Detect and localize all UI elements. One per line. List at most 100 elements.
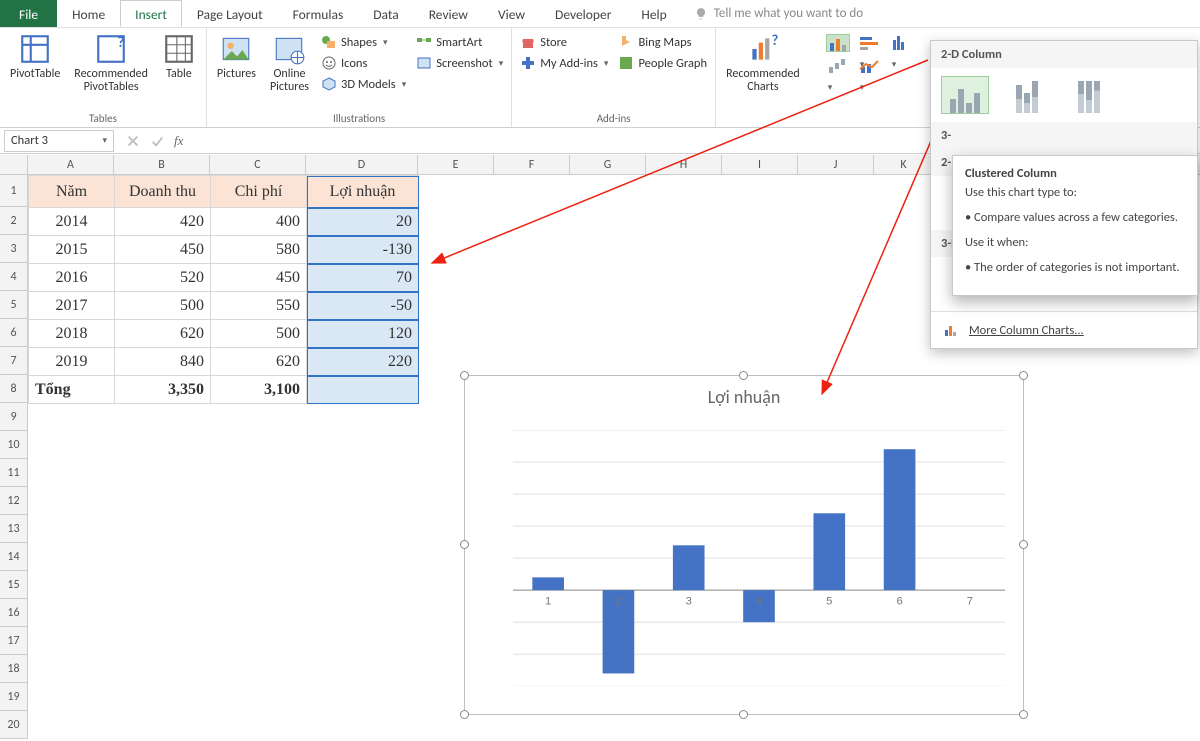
insert-stat-chart-button[interactable] bbox=[890, 34, 914, 52]
cell[interactable]: 580 bbox=[211, 236, 307, 264]
col-header-I[interactable]: I bbox=[722, 155, 798, 174]
cell[interactable]: Lợi nhuận bbox=[307, 176, 419, 208]
row-header-4[interactable]: 4 bbox=[0, 263, 27, 291]
cell[interactable]: 120 bbox=[307, 320, 419, 348]
100-stacked-column-option[interactable] bbox=[1065, 76, 1113, 114]
cell[interactable]: Năm bbox=[29, 176, 115, 208]
cell[interactable]: 840 bbox=[115, 348, 211, 376]
insert-column-chart-button[interactable] bbox=[826, 34, 850, 52]
tab-review[interactable]: Review bbox=[414, 0, 483, 27]
chart-plot-area[interactable]: -150-100-500501001502002501234567 bbox=[513, 430, 1005, 686]
shapes-button[interactable]: Shapes bbox=[321, 32, 406, 52]
row-header-16[interactable]: 16 bbox=[0, 599, 27, 627]
insert-waterfall-button[interactable] bbox=[826, 57, 850, 75]
col-header-H[interactable]: H bbox=[646, 155, 722, 174]
cell[interactable]: 620 bbox=[211, 348, 307, 376]
pivottable-button[interactable]: PivotTable bbox=[8, 32, 62, 81]
3d-models-button[interactable]: 3D Models bbox=[321, 74, 406, 94]
row-header-19[interactable]: 19 bbox=[0, 683, 27, 711]
cell[interactable]: 420 bbox=[115, 208, 211, 236]
row-header-5[interactable]: 5 bbox=[0, 291, 27, 319]
cell[interactable]: 220 bbox=[307, 348, 419, 376]
clustered-column-option[interactable] bbox=[941, 76, 989, 114]
cell[interactable]: 520 bbox=[115, 264, 211, 292]
fx-icon[interactable]: fx bbox=[174, 133, 183, 149]
cell[interactable]: -50 bbox=[307, 292, 419, 320]
cell[interactable]: 20 bbox=[307, 208, 419, 236]
table-button[interactable]: Table bbox=[160, 32, 198, 81]
col-header-J[interactable]: J bbox=[798, 155, 874, 174]
online-pictures-button[interactable]: Online Pictures bbox=[268, 32, 311, 94]
tab-formulas[interactable]: Formulas bbox=[278, 0, 359, 27]
cell[interactable]: 550 bbox=[211, 292, 307, 320]
select-all-corner[interactable] bbox=[0, 155, 28, 174]
tab-page-layout[interactable]: Page Layout bbox=[182, 0, 278, 27]
cell[interactable]: 2016 bbox=[29, 264, 115, 292]
col-header-G[interactable]: G bbox=[570, 155, 646, 174]
row-header-2[interactable]: 2 bbox=[0, 207, 27, 235]
tab-insert[interactable]: Insert bbox=[120, 0, 182, 27]
tab-file[interactable]: File bbox=[0, 0, 57, 27]
row-header-14[interactable]: 14 bbox=[0, 543, 27, 571]
cell[interactable]: 3,100 bbox=[211, 376, 307, 404]
row-header-8[interactable]: 8 bbox=[0, 375, 27, 403]
cell[interactable]: 500 bbox=[211, 320, 307, 348]
cell[interactable]: 3,350 bbox=[115, 376, 211, 404]
row-header-20[interactable]: 20 bbox=[0, 711, 27, 739]
chart-title[interactable]: Lợi nhuận bbox=[465, 376, 1023, 414]
insert-bar-chart-button[interactable] bbox=[858, 34, 882, 52]
tell-me-search[interactable]: Tell me what you want to do bbox=[682, 0, 863, 27]
cell[interactable]: 2019 bbox=[29, 348, 115, 376]
tab-home[interactable]: Home bbox=[57, 0, 120, 27]
tab-help[interactable]: Help bbox=[626, 0, 681, 27]
cell[interactable]: Doanh thu bbox=[115, 176, 211, 208]
col-header-K[interactable]: K bbox=[874, 155, 934, 174]
screenshot-button[interactable]: Screenshot bbox=[416, 53, 503, 73]
pictures-button[interactable]: Pictures bbox=[215, 32, 258, 81]
cell[interactable] bbox=[307, 376, 419, 404]
recommended-charts-button[interactable]: ? Recommended Charts bbox=[724, 32, 802, 94]
cell[interactable]: 620 bbox=[115, 320, 211, 348]
name-box[interactable]: Chart 3 ▾ bbox=[4, 130, 114, 152]
cell[interactable]: -130 bbox=[307, 236, 419, 264]
row-header-15[interactable]: 15 bbox=[0, 571, 27, 599]
cell[interactable]: 70 bbox=[307, 264, 419, 292]
enter-icon[interactable] bbox=[150, 134, 164, 148]
col-header-A[interactable]: A bbox=[28, 155, 114, 174]
row-header-12[interactable]: 12 bbox=[0, 487, 27, 515]
chevron-down-icon[interactable]: ▾ bbox=[102, 135, 107, 146]
cell[interactable]: 500 bbox=[115, 292, 211, 320]
embedded-chart[interactable]: Lợi nhuận -150-100-500501001502002501234… bbox=[464, 375, 1024, 715]
store-button[interactable]: Store bbox=[520, 32, 608, 52]
recommended-pivottables-button[interactable]: ? Recommended PivotTables bbox=[72, 32, 150, 94]
row-header-9[interactable]: 9 bbox=[0, 403, 27, 431]
tab-view[interactable]: View bbox=[483, 0, 540, 27]
col-header-F[interactable]: F bbox=[494, 155, 570, 174]
tab-data[interactable]: Data bbox=[358, 0, 413, 27]
col-header-D[interactable]: D bbox=[306, 155, 418, 174]
cell[interactable]: 2017 bbox=[29, 292, 115, 320]
cell[interactable]: Tổng bbox=[29, 376, 115, 404]
col-header-B[interactable]: B bbox=[114, 155, 210, 174]
row-header-6[interactable]: 6 bbox=[0, 319, 27, 347]
row-header-17[interactable]: 17 bbox=[0, 627, 27, 655]
cell[interactable]: Chi phí bbox=[211, 176, 307, 208]
row-header-18[interactable]: 18 bbox=[0, 655, 27, 683]
people-graph-button[interactable]: People Graph bbox=[618, 53, 707, 73]
cell[interactable]: 2015 bbox=[29, 236, 115, 264]
smartart-button[interactable]: SmartArt bbox=[416, 32, 503, 52]
col-header-C[interactable]: C bbox=[210, 155, 306, 174]
row-header-7[interactable]: 7 bbox=[0, 347, 27, 375]
stacked-column-option[interactable] bbox=[1003, 76, 1051, 114]
more-column-charts-link[interactable]: More Column Charts... bbox=[931, 311, 1197, 348]
cell[interactable]: 450 bbox=[115, 236, 211, 264]
bing-maps-button[interactable]: Bing Maps bbox=[618, 32, 707, 52]
row-header-10[interactable]: 10 bbox=[0, 431, 27, 459]
insert-combo-chart-button[interactable] bbox=[858, 57, 882, 75]
icons-button[interactable]: Icons bbox=[321, 53, 406, 73]
row-header-11[interactable]: 11 bbox=[0, 459, 27, 487]
cancel-icon[interactable] bbox=[126, 134, 140, 148]
cell[interactable]: 400 bbox=[211, 208, 307, 236]
row-header-1[interactable]: 1 bbox=[0, 175, 27, 207]
cell[interactable]: 450 bbox=[211, 264, 307, 292]
